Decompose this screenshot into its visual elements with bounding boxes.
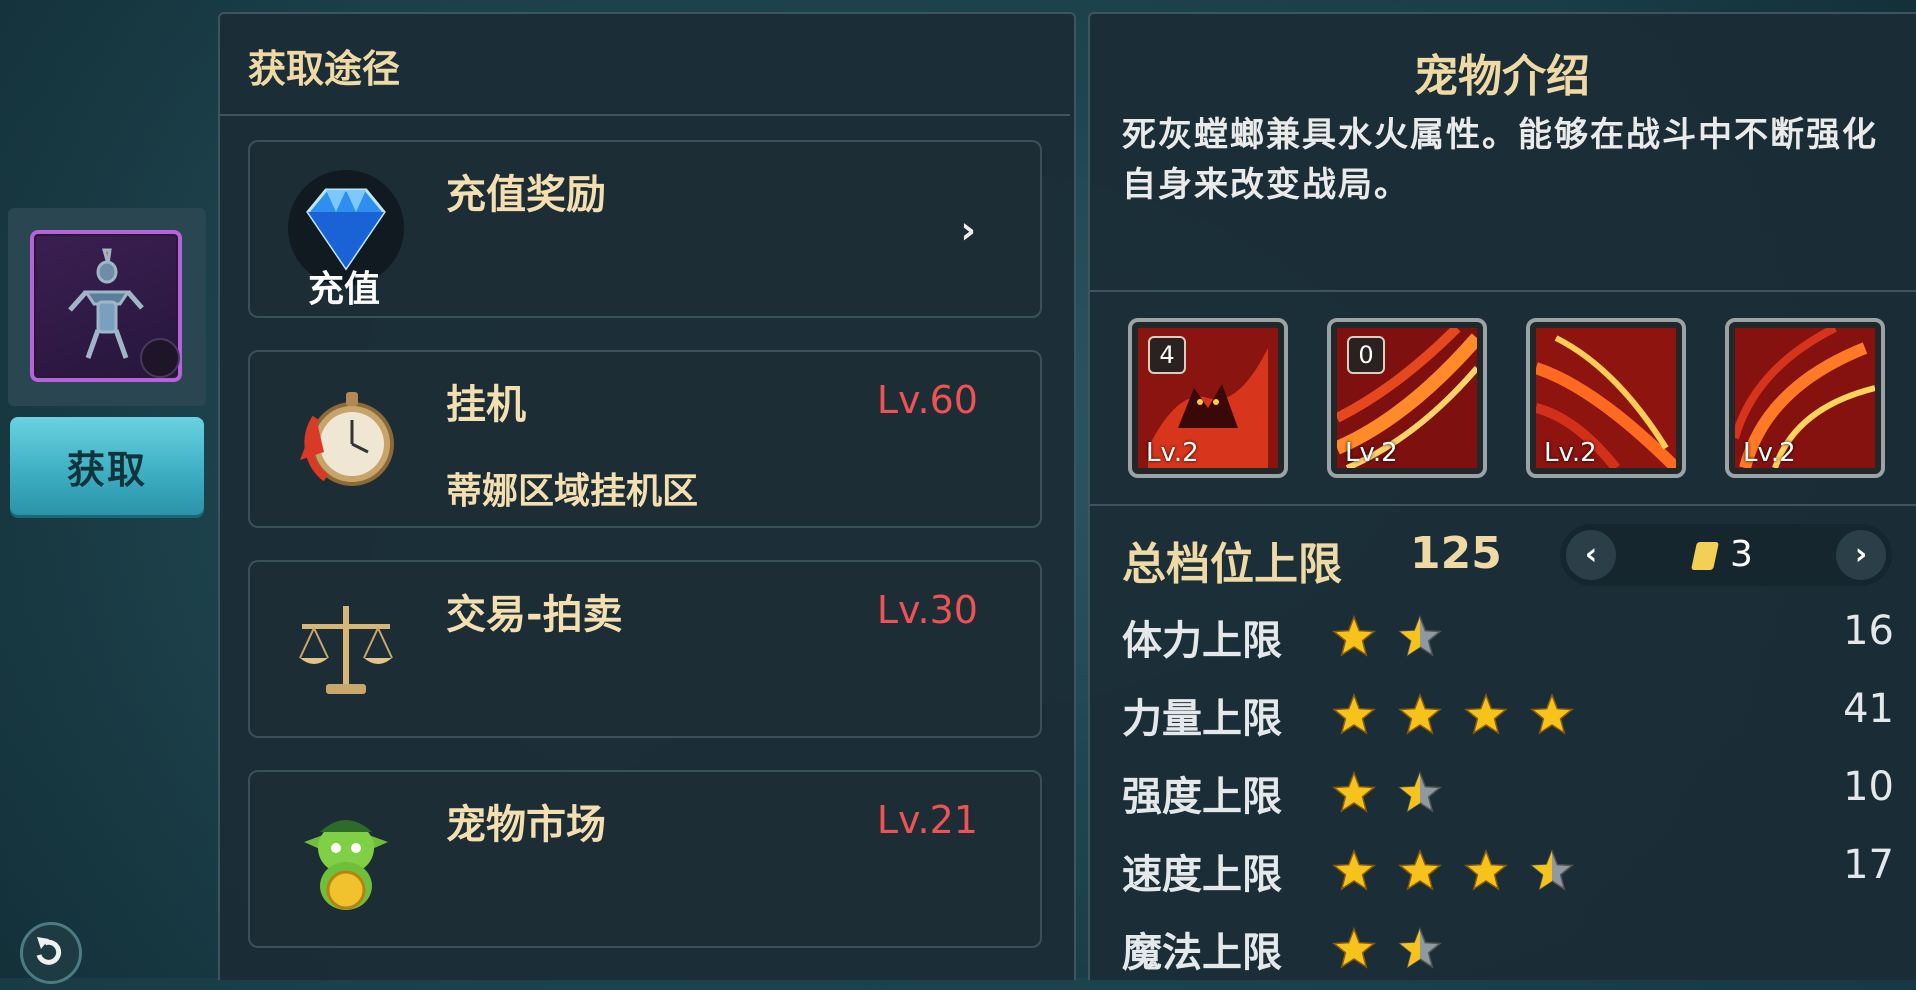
divider — [1090, 504, 1916, 506]
route-level: Lv.21 — [876, 798, 978, 842]
pet-item-frame[interactable] — [30, 230, 182, 382]
stat-value: 41 — [1843, 686, 1894, 732]
return-arrow-glyph — [36, 937, 62, 965]
divider — [1090, 290, 1916, 292]
skill-level: Lv.2 — [1544, 438, 1597, 468]
skill-slot-1[interactable]: 4 Lv.2 — [1128, 318, 1288, 478]
prev-page-button[interactable]: ‹ — [1566, 530, 1616, 580]
half-star-icon — [1530, 848, 1574, 891]
stat-row: 速度上限 17 — [1122, 842, 1894, 912]
chevron-right-icon[interactable]: › — [960, 208, 976, 252]
full-star-icon — [1332, 848, 1376, 891]
full-star-icon — [1530, 692, 1574, 735]
star-rating — [1332, 770, 1442, 813]
half-star-icon — [1398, 926, 1442, 969]
route-card-pet-market[interactable]: 宠物市场 Lv.21 — [248, 770, 1042, 948]
goblin-coin-icon — [304, 820, 388, 910]
full-star-icon — [1332, 692, 1376, 735]
stat-label: 体力上限 — [1122, 618, 1282, 664]
skill-level: Lv.2 — [1146, 438, 1199, 468]
full-star-icon — [1332, 770, 1376, 813]
full-star-icon — [1464, 692, 1508, 735]
route-card-recharge[interactable]: 充值 充值奖励 › — [248, 140, 1042, 318]
skill-level: Lv.2 — [1743, 438, 1796, 468]
ticket-icon — [1691, 542, 1719, 570]
star-rating — [1332, 926, 1442, 969]
acquire-routes-title: 获取途径 — [248, 47, 401, 91]
skill-slot-4[interactable]: Lv.2 — [1725, 318, 1885, 478]
page-number: 3 — [1730, 534, 1753, 575]
stat-label: 魔法上限 — [1122, 930, 1282, 976]
skill-badge: 0 — [1347, 336, 1385, 374]
skill-slot-2[interactable]: 0 Lv.2 — [1327, 318, 1487, 478]
stat-row: 强度上限 10 — [1122, 764, 1894, 834]
route-name: 交易-拍卖 — [446, 592, 623, 638]
stat-row: 体力上限 16 — [1122, 608, 1894, 678]
route-card-auction[interactable]: 交易-拍卖 Lv.30 — [248, 560, 1042, 738]
full-star-icon — [1332, 614, 1376, 657]
skill-slot-3[interactable]: Lv.2 — [1526, 318, 1686, 478]
stat-label: 力量上限 — [1122, 696, 1282, 742]
stat-label: 速度上限 — [1122, 852, 1282, 898]
pet-intro-title: 宠物介绍 — [1414, 51, 1590, 102]
pet-description: 死灰螳螂兼具水火属性。能够在战斗中不断强化自身来改变战局。 — [1122, 115, 1878, 205]
stat-value: 17 — [1843, 842, 1894, 888]
star-rating — [1332, 692, 1574, 735]
route-name: 宠物市场 — [446, 802, 606, 848]
full-star-icon — [1398, 692, 1442, 735]
stat-row: 力量上限 41 — [1122, 686, 1894, 756]
route-name: 充值奖励 — [446, 172, 606, 218]
title-divider — [220, 114, 1070, 116]
half-star-icon — [1398, 770, 1442, 813]
route-level: Lv.60 — [876, 378, 978, 422]
item-badge-circle — [140, 338, 180, 378]
skill-level: Lv.2 — [1345, 438, 1398, 468]
scales-icon — [299, 606, 393, 694]
skill-badge: 4 — [1148, 336, 1186, 374]
half-star-icon — [1398, 614, 1442, 657]
star-rating — [1332, 614, 1442, 657]
route-location: 蒂娜区域挂机区 — [446, 471, 699, 512]
full-star-icon — [1464, 848, 1508, 891]
recharge-icon-label: 充值 — [308, 269, 381, 310]
stat-row: 魔法上限 — [1122, 920, 1894, 990]
route-name: 挂机 — [446, 382, 526, 428]
tier-limit-value: 125 — [1410, 528, 1502, 579]
acquire-button[interactable]: 获取 — [10, 417, 204, 515]
full-star-icon — [1398, 848, 1442, 891]
next-page-button[interactable]: › — [1836, 530, 1886, 580]
tier-limit-label: 总档位上限 — [1122, 539, 1342, 590]
stat-label: 强度上限 — [1122, 774, 1282, 820]
tier-pager: ‹ 3 › — [1560, 524, 1892, 586]
route-level: Lv.30 — [876, 588, 978, 632]
stat-value: 16 — [1843, 608, 1894, 654]
star-rating — [1332, 848, 1574, 891]
full-star-icon — [1332, 926, 1376, 969]
route-card-idle[interactable]: 挂机 蒂娜区域挂机区 Lv.60 — [248, 350, 1042, 528]
stat-value: 10 — [1843, 764, 1894, 810]
stopwatch-icon — [300, 392, 394, 486]
return-icon[interactable] — [20, 922, 82, 984]
